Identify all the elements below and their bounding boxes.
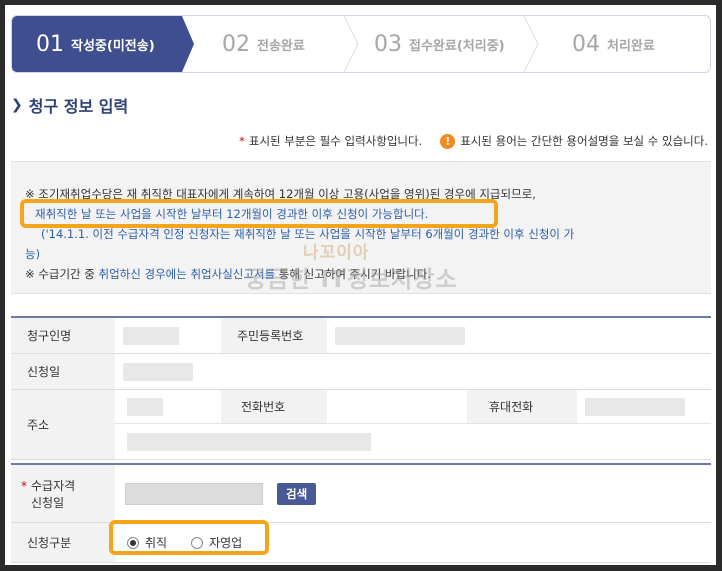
address-detail-value xyxy=(115,424,711,459)
qualification-row: * 수급자격 신청일 검색 xyxy=(11,465,711,523)
phone-value xyxy=(327,390,467,423)
info-line-5-a: ※ 수급기간 중 xyxy=(25,267,95,281)
step-label: 접수완료(처리중) xyxy=(409,38,505,54)
step-number: 02 xyxy=(222,31,250,57)
info-line-2: 재취직한 날 또는 사업을 시작한 날부터 12개월이 경과한 이후 신청이 가… xyxy=(35,207,429,221)
claimant-value xyxy=(115,318,221,353)
rrn-value xyxy=(327,318,465,353)
claimant-row: 청구인명 주민등록번호 xyxy=(11,318,711,354)
date-value xyxy=(115,354,193,389)
radio-label: 자영업 xyxy=(209,536,243,550)
rrn-label: 주민등록번호 xyxy=(221,318,327,353)
zipcode-value xyxy=(115,390,221,423)
notice-line: * 표시된 부분은 필수 입력사항입니다. ! 표시된 용어는 간단한 용어설명… xyxy=(5,133,716,149)
date-label: 신청일 xyxy=(11,354,115,389)
page-frame: 01 작성중(미전송) 02 전송완료 03 접수완료(처리중) 04 처리완료… xyxy=(5,5,716,565)
required-mark: * xyxy=(239,134,245,148)
radio-label: 취직 xyxy=(145,536,168,550)
info-line-1: ※ 조기재취업수당은 재 취직한 대표자에게 계속하여 12개월 이상 고용(사… xyxy=(25,187,536,201)
qualification-label-line2: 신청일 xyxy=(31,495,65,510)
date-row: 신청일 xyxy=(11,354,711,390)
required-notice: 표시된 부분은 필수 입력사항입니다. xyxy=(248,134,423,148)
address-row: 주소 전화번호 휴대전화 xyxy=(11,390,711,460)
progress-steps: 01 작성중(미전송) 02 전송완료 03 접수완료(처리중) 04 처리완료 xyxy=(11,15,711,73)
step-label: 처리완료 xyxy=(607,38,655,54)
type-options: 취직 자영업 xyxy=(115,523,266,562)
section-title-text: 청구 정보 입력 xyxy=(28,97,129,116)
radio-dot[interactable] xyxy=(191,536,204,549)
step-3: 03 접수완료(처리중) xyxy=(374,16,505,72)
radio-employment[interactable]: 취직 xyxy=(127,534,167,551)
step-2: 02 전송완료 xyxy=(222,16,305,72)
step-4: 04 처리완료 xyxy=(572,16,655,72)
step-number: 03 xyxy=(374,31,402,57)
info-icon: ! xyxy=(440,133,456,149)
chevron-right-icon xyxy=(522,16,542,72)
watermark-main: 궁금한 IT정보저장소 xyxy=(245,267,458,293)
phone-label: 전화번호 xyxy=(221,390,327,423)
claimant-label: 청구인명 xyxy=(11,318,115,353)
mobile-label: 휴대전화 xyxy=(467,390,577,423)
step-number: 04 xyxy=(572,31,600,57)
qualification-label: * 수급자격 신청일 xyxy=(11,465,115,522)
chevron-right-icon xyxy=(342,16,362,72)
claimant-form: 청구인명 주민등록번호 신청일 주소 전화번호 휴대전화 xyxy=(11,316,711,460)
type-row: 신청구분 취직 자영업 xyxy=(11,523,711,563)
chevron-right-icon: ❯ xyxy=(11,97,23,113)
qualification-label-line1: 수급자격 xyxy=(31,478,76,493)
required-mark: * xyxy=(21,478,27,493)
step-label: 작성중(미전송) xyxy=(71,38,155,54)
step-label: 전송완료 xyxy=(257,38,305,54)
glossary-notice: 표시된 용어는 간단한 용어설명을 보실 수 있습니다. xyxy=(460,134,708,148)
qualification-date-input[interactable] xyxy=(125,482,263,505)
step-number: 01 xyxy=(36,31,64,57)
qualification-value: 검색 xyxy=(115,465,317,522)
watermark-small: 나꼬이아 xyxy=(303,243,370,263)
watermark: 나꼬이아 궁금한 IT정보저장소 xyxy=(245,243,458,294)
type-label: 신청구분 xyxy=(11,523,115,562)
section-title: ❯ 청구 정보 입력 xyxy=(11,93,128,117)
search-button[interactable]: 검색 xyxy=(277,482,317,505)
step-1: 01 작성중(미전송) xyxy=(12,16,194,72)
address-label: 주소 xyxy=(11,390,115,459)
radio-dot[interactable] xyxy=(127,536,139,549)
qualification-form: * 수급자격 신청일 검색 신청구분 취직 자영업 xyxy=(11,463,711,563)
radio-self-employed[interactable]: 자영업 xyxy=(191,534,242,551)
mobile-value xyxy=(577,390,685,423)
